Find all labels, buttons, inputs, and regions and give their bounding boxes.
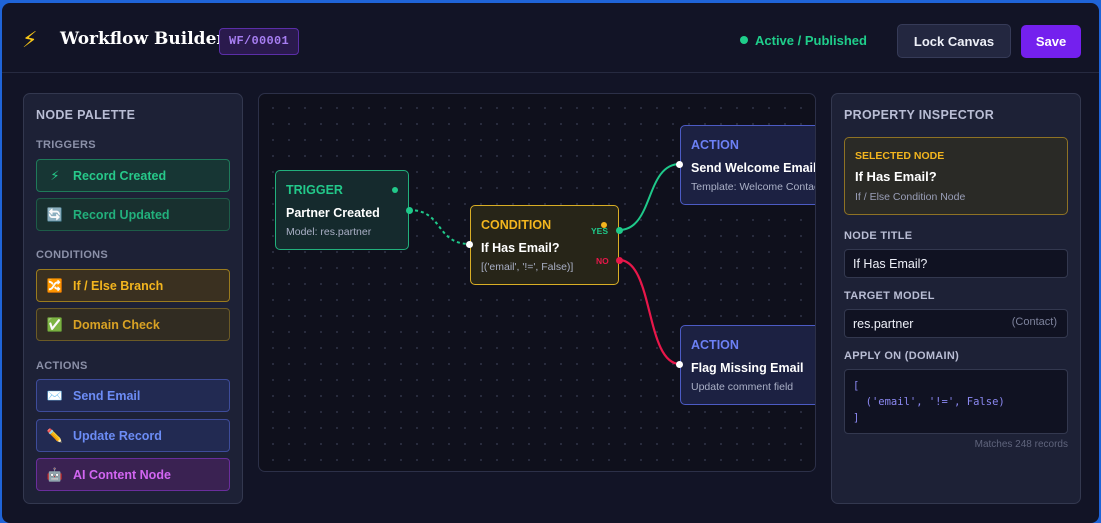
node-subtitle: Model: res.partner (286, 226, 372, 238)
check-icon: ✅ (46, 316, 64, 332)
node-title: If Has Email? (481, 241, 560, 255)
lock-canvas-button[interactable]: Lock Canvas (897, 24, 1011, 58)
lightning-icon: ⚡ (50, 167, 60, 183)
palette-item-label: Send Email (73, 388, 141, 403)
app-window: ⚡ Workflow Builder WF/00001 Active / Pub… (2, 3, 1099, 523)
trigger-node[interactable]: TRIGGER Partner Created Model: res.partn… (275, 170, 413, 250)
input-port[interactable] (676, 161, 683, 168)
envelope-icon: ✉️ (46, 387, 64, 403)
node-type-label: CONDITION (481, 218, 552, 232)
domain-editor[interactable]: [ ('email', '!=', False) ] (844, 369, 1068, 434)
action-node-send-email[interactable]: ACTION Send Welcome Email Template: Welc… (676, 125, 816, 205)
domain-line: ('email', '!=', False) (853, 396, 1005, 408)
section-triggers: TRIGGERS (36, 139, 96, 151)
node-title-label: NODE TITLE (844, 230, 913, 242)
node-title: Partner Created (286, 206, 380, 220)
node-type-label: ACTION (691, 338, 739, 352)
palette-item-domain-check[interactable]: ✅ Domain Check (36, 308, 230, 341)
node-subtitle: [('email', '!=', False)] (481, 261, 574, 273)
output-port[interactable] (406, 207, 413, 214)
status-dot-icon (740, 36, 748, 44)
robot-icon: 🤖 (46, 466, 64, 482)
node-palette-panel: NODE PALETTE TRIGGERS ⚡ Record Created 🔄… (23, 93, 243, 504)
refresh-icon: 🔄 (46, 206, 64, 222)
palette-item-label: Update Record (73, 428, 162, 443)
node-title: Flag Missing Email (691, 361, 804, 375)
palette-item-label: If / Else Branch (73, 278, 164, 293)
palette-item-if-else-branch[interactable]: 🔀 If / Else Branch (36, 269, 230, 302)
workflow-canvas[interactable]: TRIGGER Partner Created Model: res.partn… (258, 93, 816, 472)
save-button[interactable]: Save (1021, 25, 1081, 58)
domain-line: [ (853, 380, 860, 392)
input-port[interactable] (676, 361, 683, 368)
node-title: Send Welcome Email (691, 161, 816, 175)
palette-title: NODE PALETTE (36, 108, 136, 122)
palette-item-label: Record Updated (73, 207, 170, 222)
wire-no-to-action (618, 258, 681, 366)
workflow-id-badge: WF/00001 (219, 28, 300, 55)
property-inspector-panel: PROPERTY INSPECTOR SELECTED NODE If Has … (831, 93, 1081, 504)
selected-node-subtitle: If / Else Condition Node (855, 191, 966, 203)
palette-item-send-email[interactable]: ✉️ Send Email (36, 379, 230, 412)
action-node-flag-missing-email[interactable]: ACTION Flag Missing Email Update comment… (676, 325, 815, 405)
target-model-label: TARGET MODEL (844, 290, 935, 302)
selected-node-label: SELECTED NODE (855, 150, 945, 162)
palette-item-record-updated[interactable]: 🔄 Record Updated (36, 198, 230, 231)
section-conditions: CONDITIONS (36, 249, 109, 261)
inspector-title: PROPERTY INSPECTOR (844, 108, 995, 122)
no-output-port[interactable] (616, 257, 623, 264)
app-title: Workflow Builder (60, 29, 226, 49)
shuffle-icon: 🔀 (46, 277, 64, 293)
input-port[interactable] (466, 241, 473, 248)
wire-yes-to-action (618, 163, 681, 231)
header-bar: ⚡ Workflow Builder WF/00001 Active / Pub… (2, 3, 1099, 73)
node-subtitle: Template: Welcome Contact (691, 181, 816, 193)
status-dot-icon (392, 187, 398, 193)
condition-node[interactable]: CONDITION If Has Email? [('email', '!=',… (466, 205, 623, 285)
domain-line: ] (853, 412, 860, 424)
yes-port-label: YES (591, 226, 609, 236)
no-port-label: NO (596, 256, 609, 266)
section-actions: ACTIONS (36, 360, 88, 372)
palette-item-label: AI Content Node (73, 467, 171, 482)
node-type-label: TRIGGER (286, 183, 343, 197)
palette-item-label: Record Created (73, 168, 167, 183)
wire-trigger-to-condition (408, 209, 471, 245)
node-type-label: ACTION (691, 138, 739, 152)
yes-output-port[interactable] (616, 227, 623, 234)
target-model-hint: (Contact) (1011, 316, 1057, 328)
node-title-input[interactable] (844, 249, 1068, 278)
palette-item-ai-content-node[interactable]: 🤖 AI Content Node (36, 458, 230, 491)
status-text: Active / Published (755, 33, 867, 48)
selected-node-title: If Has Email? (855, 169, 937, 184)
domain-label: APPLY ON (DOMAIN) (844, 350, 960, 362)
palette-item-record-created[interactable]: ⚡ Record Created (36, 159, 230, 192)
pencil-icon: ✏️ (46, 427, 64, 443)
matches-count: Matches 248 records (974, 439, 1068, 450)
node-subtitle: Update comment field (691, 381, 794, 393)
palette-item-update-record[interactable]: ✏️ Update Record (36, 419, 230, 452)
status-indicator: Active / Published (740, 33, 867, 48)
lightning-icon: ⚡ (22, 27, 38, 52)
palette-item-label: Domain Check (73, 317, 160, 332)
selected-node-card: SELECTED NODE If Has Email? If / Else Co… (844, 137, 1068, 215)
